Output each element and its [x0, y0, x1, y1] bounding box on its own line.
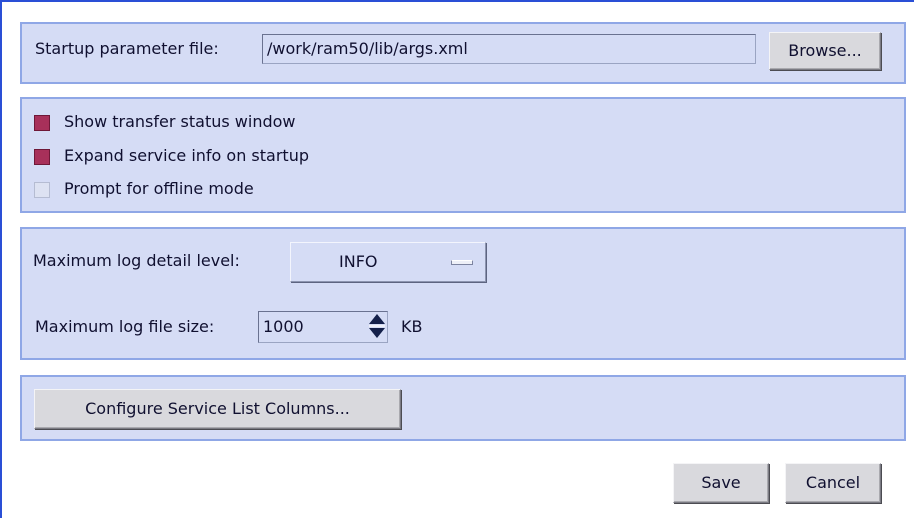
show-transfer-status-checkbox[interactable]: [34, 115, 50, 131]
expand-service-info-label[interactable]: Expand service info on startup: [64, 146, 309, 166]
spinner-up-icon[interactable]: [369, 314, 385, 324]
dropdown-indicator-icon: [451, 260, 473, 265]
log-detail-value: INFO: [339, 252, 378, 271]
browse-button[interactable]: Browse...: [769, 32, 881, 70]
log-size-value: 1000: [263, 317, 304, 336]
show-transfer-status-label[interactable]: Show transfer status window: [64, 112, 295, 132]
configure-columns-button[interactable]: Configure Service List Columns...: [34, 389, 401, 429]
log-detail-label: Maximum log detail level:: [33, 251, 240, 270]
expand-service-info-checkbox[interactable]: [34, 149, 50, 165]
save-button[interactable]: Save: [673, 463, 769, 503]
spinner-arrows-icon[interactable]: [369, 314, 385, 340]
preferences-dialog: Startup parameter file: /work/ram50/lib/…: [0, 0, 914, 518]
log-size-input[interactable]: 1000: [258, 311, 388, 343]
prompt-offline-label[interactable]: Prompt for offline mode: [64, 179, 254, 199]
log-size-label: Maximum log file size:: [35, 317, 215, 336]
log-size-unit: KB: [401, 317, 423, 336]
startup-file-input[interactable]: /work/ram50/lib/args.xml: [262, 34, 756, 64]
spinner-down-icon[interactable]: [369, 328, 385, 338]
log-detail-dropdown[interactable]: INFO: [290, 242, 486, 282]
prompt-offline-checkbox[interactable]: [34, 182, 50, 198]
startup-file-label: Startup parameter file:: [35, 39, 219, 58]
cancel-button[interactable]: Cancel: [785, 463, 881, 503]
